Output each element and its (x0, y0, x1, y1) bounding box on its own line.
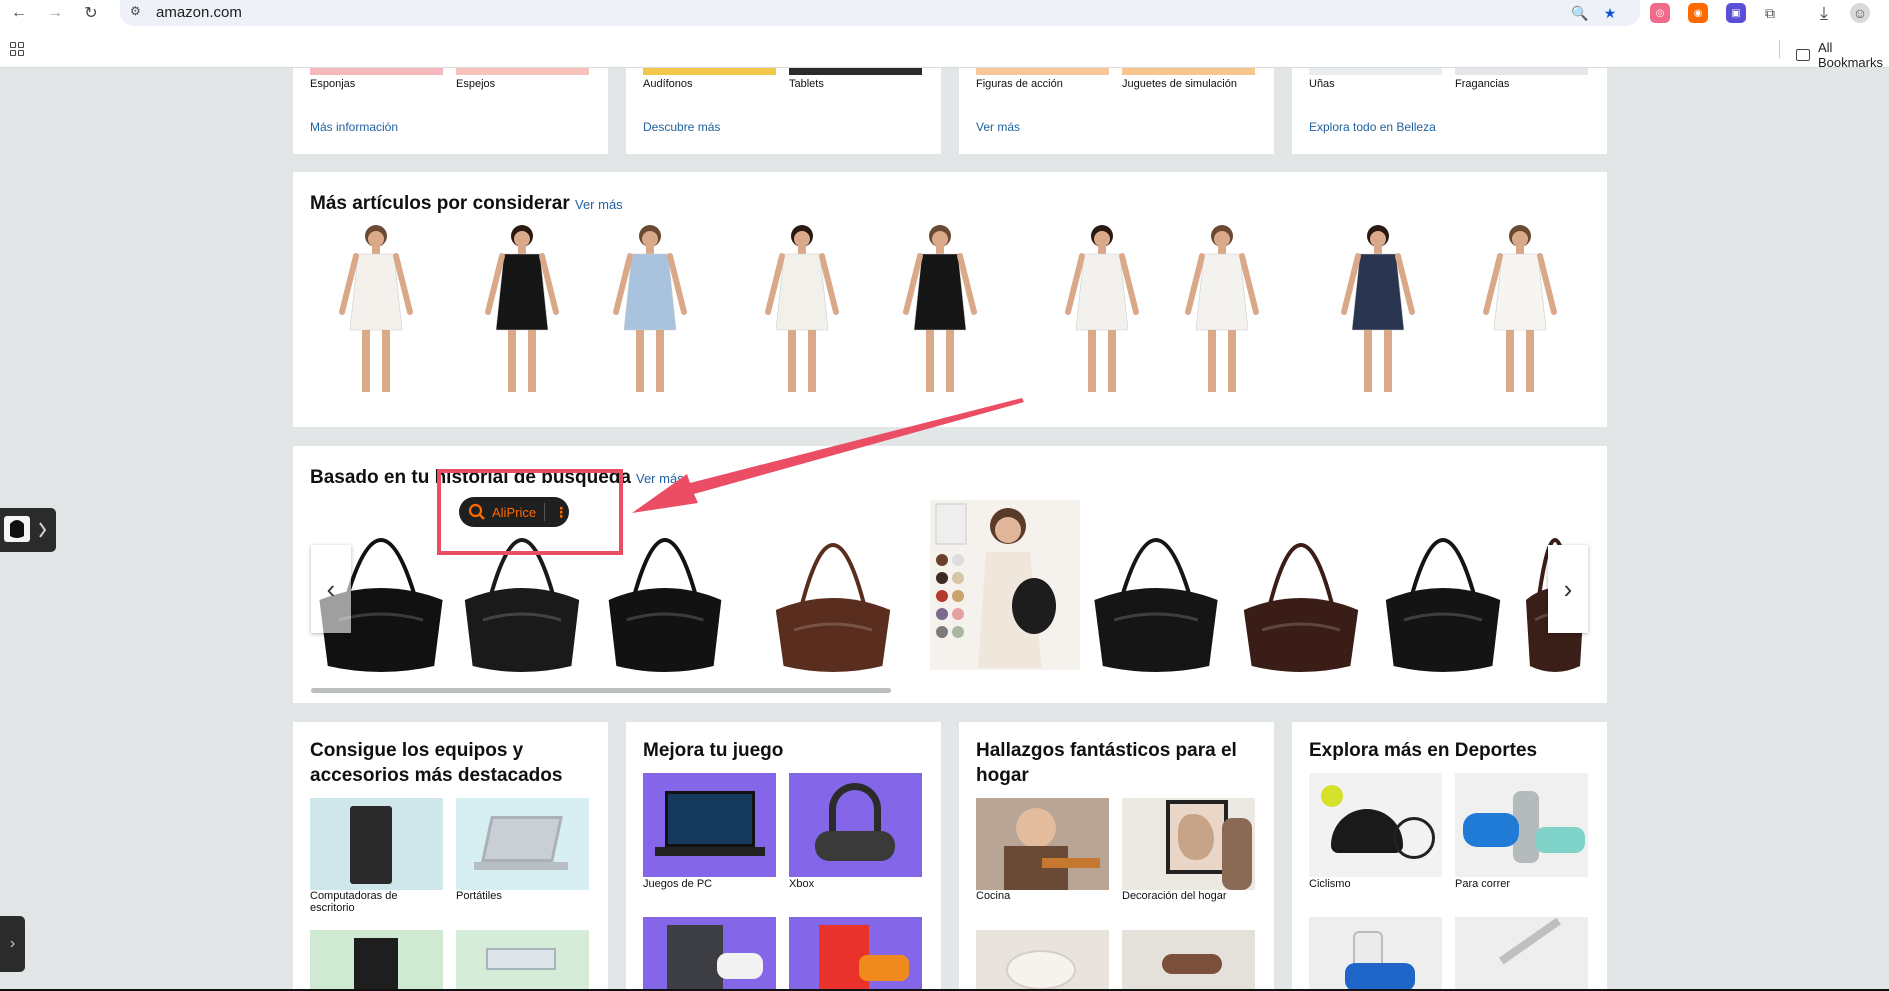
aliprice-divider (544, 503, 546, 521)
more-options-icon[interactable]: ⋮ (554, 504, 568, 521)
aliprice-label: AliPrice (492, 504, 537, 520)
annotation-arrow (632, 398, 1024, 513)
search-icon (468, 503, 485, 520)
aliprice-search-button[interactable]: AliPrice ⋮ (459, 497, 569, 527)
